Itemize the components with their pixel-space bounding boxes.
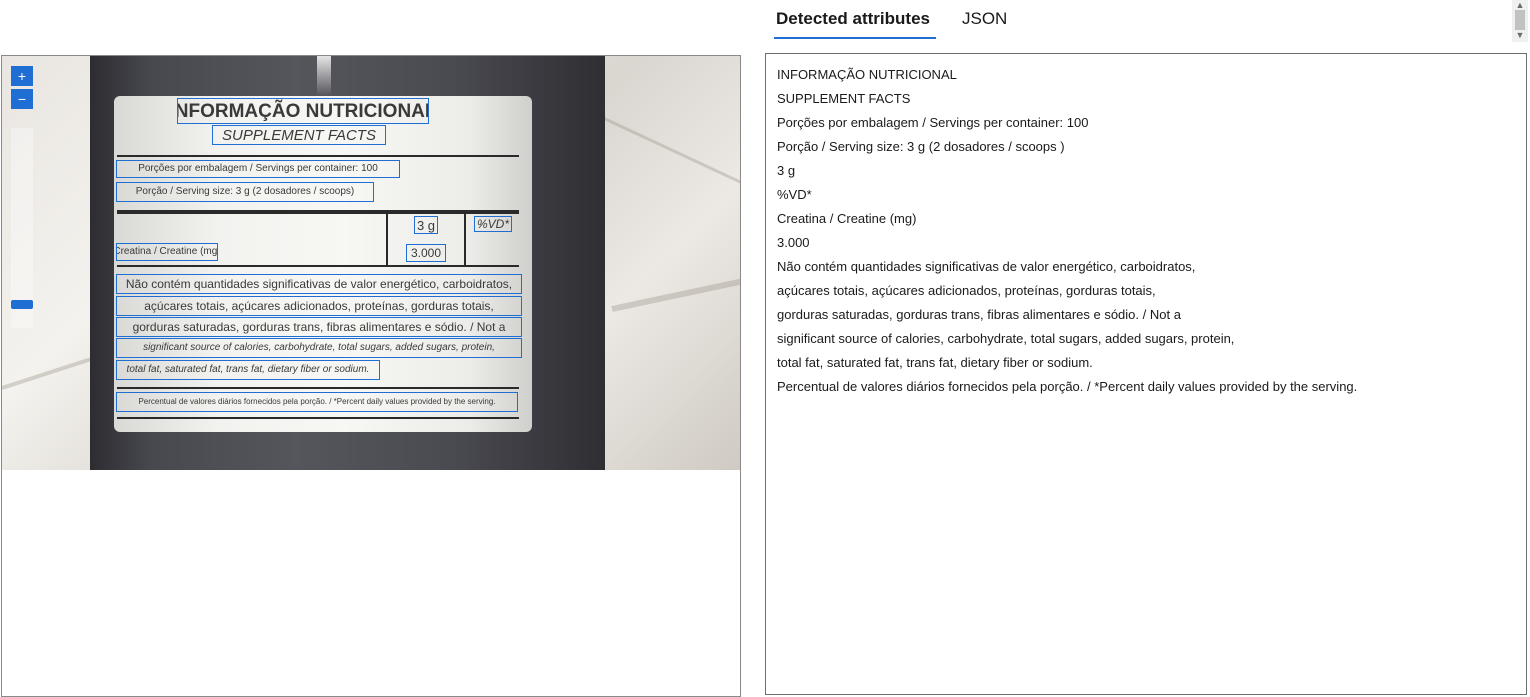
ocr-box-body-line[interactable]: total fat, saturated fat, trans fat, die… <box>116 360 380 380</box>
label-rule <box>386 212 388 266</box>
tab-json[interactable]: JSON <box>962 0 1007 40</box>
label-rule <box>117 265 519 267</box>
scroll-down-icon[interactable]: ▼ <box>1515 30 1525 40</box>
detected-text-line: total fat, saturated fat, trans fat, die… <box>777 355 1093 370</box>
ocr-box-3g[interactable]: 3 g <box>414 216 438 234</box>
detected-text-line: significant source of calories, carbohyd… <box>777 331 1235 346</box>
detected-text-panel[interactable]: INFORMAÇÃO NUTRICIONAL SUPPLEMENT FACTS Po… <box>765 53 1527 695</box>
detected-text-line: gorduras saturadas, gorduras trans, fibr… <box>777 307 1181 322</box>
zoom-slider-thumb[interactable] <box>11 300 33 309</box>
ocr-box-servings[interactable]: Porções por embalagem / Servings per con… <box>116 160 400 178</box>
ocr-box-vd[interactable]: %VD* <box>474 216 512 232</box>
detected-text-list: INFORMAÇÃO NUTRICIONAL SUPPLEMENT FACTS Po… <box>777 63 1357 399</box>
ocr-box-creatine-value[interactable]: 3.000 <box>406 244 446 262</box>
detected-text-line: Não contém quantidades significativas de… <box>777 259 1196 274</box>
scroll-up-icon[interactable]: ▲ <box>1515 0 1525 10</box>
marble-vein <box>611 272 740 312</box>
scrollbar-thumb[interactable] <box>1515 10 1525 30</box>
image-viewer[interactable]: INFORMAÇÃO NUTRICIONAL SUPPLEMENT FACTS … <box>1 55 741 697</box>
ocr-box-body-line[interactable]: Não contém quantidades significativas de… <box>116 274 522 294</box>
marble-vein <box>601 116 740 195</box>
label-rule <box>117 387 519 389</box>
detected-text-line: açúcares totais, açúcares adicionados, p… <box>777 283 1156 298</box>
detected-text-line: 3.000 <box>777 235 810 250</box>
nutrition-label <box>114 96 532 432</box>
ocr-box-body-line[interactable]: gorduras saturadas, gorduras trans, fibr… <box>116 317 522 337</box>
ocr-box-creatine[interactable]: Creatina / Creatine (mg) <box>116 243 218 261</box>
detected-text-line: Creatina / Creatine (mg) <box>777 211 917 226</box>
tab-detected-attributes[interactable]: Detected attributes <box>776 0 930 40</box>
ocr-box-title[interactable]: INFORMAÇÃO NUTRICIONAL <box>177 98 429 124</box>
zoom-out-button[interactable]: − <box>11 89 33 109</box>
ocr-box-body-line[interactable]: açúcares totais, açúcares adicionados, p… <box>116 296 522 316</box>
detected-text-line: 3 g <box>777 163 796 178</box>
ocr-box-serving-size[interactable]: Porção / Serving size: 3 g (2 dosadores … <box>116 182 374 202</box>
jar-shine <box>317 56 331 96</box>
detected-text-line: INFORMAÇÃO NUTRICIONAL <box>777 67 957 82</box>
label-rule <box>464 212 466 266</box>
page-scrollbar[interactable]: ▲ ▼ <box>1512 0 1528 42</box>
detected-text-line: Porções por embalagem / Servings per con… <box>777 115 1089 130</box>
detected-text-line: %VD* <box>777 187 812 202</box>
label-rule <box>117 417 519 419</box>
ocr-box-body-line[interactable]: significant source of calories, carbohyd… <box>116 338 522 358</box>
active-tab-indicator <box>774 37 936 39</box>
label-rule <box>117 210 519 214</box>
label-rule <box>117 155 519 157</box>
detected-text-line: Porção / Serving size: 3 g (2 dosadores … <box>777 139 1065 154</box>
detected-text-line: Percentual de valores diários fornecidos… <box>777 379 1358 394</box>
ocr-box-footer[interactable]: Percentual de valores diários fornecidos… <box>116 392 518 412</box>
marble-vein <box>2 355 98 390</box>
ocr-box-subtitle[interactable]: SUPPLEMENT FACTS <box>212 125 386 145</box>
zoom-in-button[interactable]: + <box>11 66 33 86</box>
detected-text-line: SUPPLEMENT FACTS <box>777 91 911 106</box>
zoom-slider-track[interactable] <box>11 128 33 328</box>
product-photo: INFORMAÇÃO NUTRICIONAL SUPPLEMENT FACTS … <box>2 56 740 470</box>
